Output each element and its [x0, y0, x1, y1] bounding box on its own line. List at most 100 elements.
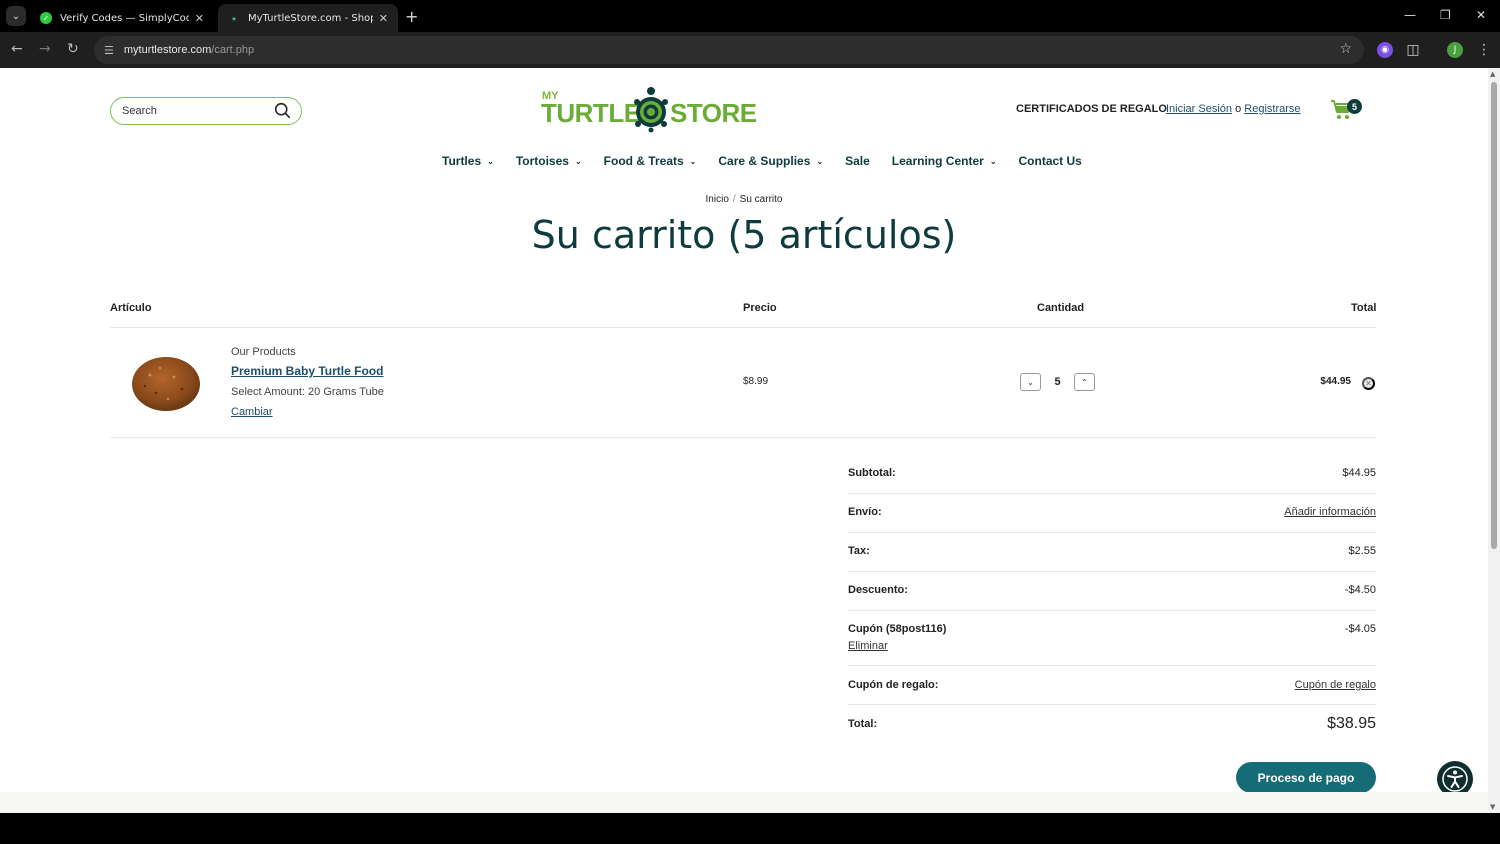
coupon-value: -$4.05: [1344, 623, 1376, 635]
breadcrumb-sep: /: [732, 194, 736, 205]
qty-increase-button[interactable]: ⌃: [1074, 373, 1095, 391]
remove-coupon-link[interactable]: Eliminar: [848, 640, 888, 652]
grand-total: $38.95: [1327, 715, 1376, 732]
scroll-down-icon[interactable]: ▼: [1490, 803, 1495, 811]
browser-menu-icon[interactable]: ⋮: [1476, 42, 1492, 58]
turtlestore-favicon-icon: ٭: [228, 12, 240, 25]
tab-search-button[interactable]: ⌄: [6, 6, 26, 26]
logo-turtle: TURTLE: [541, 98, 641, 128]
nav-care-supplies[interactable]: Care & Supplies ⌄: [718, 154, 823, 168]
logo-store: STORE: [670, 98, 757, 128]
reload-icon[interactable]: ↻: [67, 41, 79, 57]
close-tab-icon[interactable]: ✕: [379, 12, 388, 25]
chevron-down-icon: ⌄: [689, 156, 697, 166]
product-image[interactable]: [130, 353, 202, 415]
search-icon[interactable]: [274, 102, 291, 119]
summary-divider: [848, 610, 1376, 611]
breadcrumb-current: Su carrito: [739, 194, 783, 205]
add-shipping-info-link[interactable]: Añadir información: [1284, 506, 1376, 518]
site-info-icon[interactable]: ☰: [104, 44, 114, 57]
tab-title: Verify Codes — SimplyCodes: [60, 12, 189, 24]
table-divider: [110, 437, 1376, 438]
page-footer-strip: [0, 792, 1488, 813]
shipping-label: Envío:: [848, 506, 882, 518]
col-header-item: Artículo: [110, 302, 152, 314]
gift-coupon-link[interactable]: Cupón de regalo: [1295, 679, 1376, 691]
search-input[interactable]: [122, 105, 262, 117]
col-header-price: Precio: [743, 302, 777, 314]
accessibility-icon: [1442, 766, 1468, 792]
forward-icon[interactable]: →: [39, 41, 51, 57]
gift-coupon-label: Cupón de regalo:: [848, 679, 939, 691]
nav-contact-us[interactable]: Contact Us: [1019, 154, 1082, 168]
gift-certificates-link[interactable]: CERTIFICADOS DE REGALO: [1016, 103, 1167, 115]
subtotal-label: Subtotal:: [848, 467, 896, 479]
subtotal-value: $44.95: [1342, 467, 1376, 479]
summary-divider: [848, 571, 1376, 572]
summary-divider: [848, 493, 1376, 494]
col-header-total: Total: [1351, 302, 1377, 314]
address-bar-row: ← → ↻ ☰ myturtlestore.com/cart.php ☆ ◉ ◫…: [0, 32, 1500, 68]
profile-avatar[interactable]: J: [1447, 42, 1463, 58]
nav-tortoises[interactable]: Tortoises ⌄: [516, 154, 582, 168]
product-name-link[interactable]: Premium Baby Turtle Food: [231, 364, 383, 378]
breadcrumb-home[interactable]: Inicio: [706, 194, 729, 205]
total-label: Total:: [848, 718, 878, 730]
discount-label: Descuento:: [848, 584, 908, 596]
chevron-down-icon: ⌄: [816, 156, 824, 166]
qty-decrease-button[interactable]: ⌄: [1020, 373, 1041, 391]
cart-page: MY TURTLE STORE CERTIFICADOS DE REGALO I…: [0, 68, 1488, 792]
url-field[interactable]: ☰ myturtlestore.com/cart.php ☆: [94, 36, 1364, 64]
account-links: Iniciar Sesión o Registrarse: [1166, 103, 1301, 115]
extensions-puzzle-icon[interactable]: ◫: [1405, 42, 1421, 58]
nav-learning-center[interactable]: Learning Center ⌄: [892, 154, 997, 168]
product-price: $8.99: [743, 376, 769, 387]
qty-value[interactable]: 5: [1050, 376, 1065, 388]
url-text: myturtlestore.com/cart.php: [123, 44, 255, 56]
restore-icon[interactable]: ❐: [1440, 8, 1451, 22]
scroll-up-icon[interactable]: ▲: [1490, 70, 1495, 78]
coupon-label: Cupón (58post116): [848, 623, 947, 635]
or-text: o: [1235, 103, 1242, 115]
new-tab-icon[interactable]: +: [405, 7, 418, 26]
tab-simplycodes[interactable]: ✓ Verify Codes — SimplyCodes ✕: [30, 4, 214, 32]
summary-divider: [848, 665, 1376, 666]
tax-label: Tax:: [848, 545, 870, 557]
window-bottom: [0, 813, 1500, 844]
extension-icon[interactable]: ◉: [1377, 42, 1393, 58]
simplycodes-favicon-icon: ✓: [40, 12, 52, 24]
tax-value: $2.55: [1348, 545, 1376, 557]
tab-title: MyTurtleStore.com - Shopping: [248, 12, 373, 24]
remove-item-button[interactable]: ✕: [1362, 377, 1375, 390]
col-header-qty: Cantidad: [1037, 302, 1085, 314]
back-icon[interactable]: ←: [11, 41, 23, 57]
chevron-down-icon: ⌄: [1027, 377, 1034, 387]
chevron-down-icon: ⌄: [989, 156, 997, 166]
tab-myturtlestore[interactable]: ٭ MyTurtleStore.com - Shopping ✕: [218, 4, 398, 32]
login-link[interactable]: Iniciar Sesión: [1166, 103, 1232, 115]
store-logo[interactable]: MY TURTLE STORE: [540, 84, 757, 136]
close-tab-icon[interactable]: ✕: [195, 12, 204, 25]
chevron-down-icon: ⌄: [574, 156, 582, 166]
nav-food-treats[interactable]: Food & Treats ⌄: [604, 154, 697, 168]
search-box: [110, 97, 302, 125]
checkout-button[interactable]: Proceso de pago: [1236, 762, 1376, 792]
nav-turtles[interactable]: Turtles ⌄: [442, 154, 494, 168]
accessibility-button[interactable]: [1437, 761, 1473, 792]
chevron-down-icon: ⌄: [487, 156, 494, 166]
close-window-icon[interactable]: ✕: [1476, 8, 1486, 22]
minimize-icon[interactable]: —: [1404, 8, 1416, 22]
register-link[interactable]: Registrarse: [1244, 103, 1300, 115]
nav-sale[interactable]: Sale: [845, 154, 870, 168]
page-title: Su carrito (5 artículos): [531, 213, 957, 257]
scroll-thumb[interactable]: [1491, 82, 1497, 549]
summary-divider: [848, 704, 1376, 705]
change-option-link[interactable]: Cambiar: [231, 406, 273, 418]
product-option: Select Amount: 20 Grams Tube: [231, 386, 384, 398]
bookmark-star-icon[interactable]: ☆: [1339, 41, 1352, 57]
row-total: $44.95: [1320, 376, 1351, 387]
main-nav: Turtles ⌄ Tortoises ⌄ Food & Treats ⌄ Care …: [442, 154, 1104, 168]
discount-value: -$4.50: [1344, 584, 1376, 596]
page-scrollbar[interactable]: ▲ ▼: [1488, 68, 1500, 813]
breadcrumb: Inicio / Su carrito: [0, 194, 1488, 205]
